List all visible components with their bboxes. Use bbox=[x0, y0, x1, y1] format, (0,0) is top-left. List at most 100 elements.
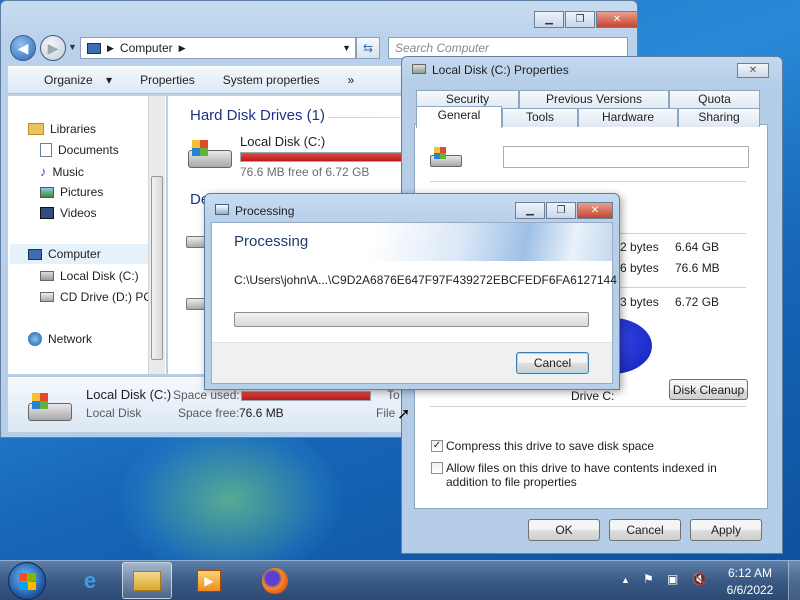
address-dropdown-icon[interactable]: ▼ bbox=[342, 43, 351, 53]
internet-explorer-icon: e bbox=[83, 567, 97, 593]
breadcrumb-computer[interactable]: Computer bbox=[120, 41, 173, 55]
separator bbox=[430, 406, 746, 407]
action-center-flag-icon[interactable]: ⚑ bbox=[643, 572, 654, 586]
index-checkbox[interactable] bbox=[431, 462, 443, 474]
recent-pages-icon[interactable]: ▼ bbox=[68, 42, 77, 52]
apply-button[interactable]: Apply bbox=[690, 519, 762, 541]
videos-icon bbox=[40, 207, 54, 219]
tab-general[interactable]: General bbox=[416, 106, 502, 128]
refresh-button[interactable]: ⇆ bbox=[356, 37, 380, 59]
clock-date[interactable]: 6/6/2022 bbox=[720, 583, 780, 597]
clock-time[interactable]: 6:12 AM bbox=[720, 566, 780, 580]
processing-title: Processing bbox=[235, 204, 295, 218]
tab-quota[interactable]: Quota bbox=[669, 90, 760, 109]
start-button[interactable] bbox=[8, 562, 46, 600]
details-usage-bar bbox=[241, 391, 371, 401]
processing-header: Processing bbox=[212, 223, 612, 261]
refresh-icon: ⇆ bbox=[362, 41, 374, 55]
minimize-button[interactable]: ▁ bbox=[515, 202, 545, 219]
volume-muted-icon[interactable]: 🔇 bbox=[692, 572, 707, 586]
hard-disk-group-header[interactable]: Hard Disk Drives (1) bbox=[190, 107, 325, 124]
cd-drive-icon bbox=[186, 236, 206, 248]
properties-close-button[interactable]: ✕ bbox=[737, 63, 769, 78]
computer-icon bbox=[87, 42, 101, 54]
nav-computer[interactable]: Computer bbox=[10, 244, 148, 264]
dialog-disk-icon bbox=[412, 64, 426, 74]
close-button[interactable]: ✕ bbox=[596, 11, 638, 28]
taskbar-internet-explorer[interactable]: e bbox=[65, 562, 115, 599]
tab-tools[interactable]: Tools bbox=[502, 108, 578, 127]
processing-path: C:\Users\john\A...\C9D2A6876E647F97F4392… bbox=[234, 273, 617, 287]
disk-name[interactable]: Local Disk (C:) bbox=[240, 134, 325, 149]
nav-libraries[interactable]: Libraries bbox=[28, 122, 96, 136]
details-space-used-label: Space used: bbox=[173, 388, 240, 402]
system-properties-button[interactable]: System properties bbox=[223, 73, 320, 87]
properties-button[interactable]: Properties bbox=[140, 73, 195, 87]
back-button[interactable]: ◀ bbox=[10, 35, 36, 61]
music-icon: ♪ bbox=[40, 164, 47, 179]
pictures-icon bbox=[40, 186, 54, 198]
details-space-free-label: Space free: bbox=[178, 406, 240, 420]
volume-label-input[interactable] bbox=[503, 146, 749, 168]
properties-title: Local Disk (C:) Properties bbox=[432, 63, 569, 77]
minimize-button[interactable]: ▁ bbox=[534, 11, 564, 28]
nav-scrollbar[interactable] bbox=[148, 96, 165, 374]
hard-disk-icon bbox=[186, 136, 234, 176]
details-file-system-label: File bbox=[376, 406, 396, 420]
nav-pictures[interactable]: Pictures bbox=[40, 185, 103, 199]
breadcrumb-arrow-icon[interactable]: ▶ bbox=[179, 43, 186, 54]
organize-button[interactable]: Organize ▾ bbox=[26, 73, 112, 87]
nav-documents[interactable]: Documents bbox=[40, 143, 119, 157]
nav-cd-drive[interactable]: CD Drive (D:) PCI bbox=[40, 290, 155, 304]
maximize-button[interactable]: ❐ bbox=[565, 11, 595, 28]
network-icon bbox=[28, 332, 42, 346]
tab-sharing[interactable]: Sharing bbox=[678, 108, 760, 127]
nav-network[interactable]: Network bbox=[28, 332, 92, 346]
breadcrumb-arrow-icon[interactable]: ▶ bbox=[107, 43, 114, 54]
used-size: 6.64 GB bbox=[675, 240, 720, 254]
more-commands-button[interactable]: » bbox=[347, 73, 354, 87]
show-desktop-button[interactable] bbox=[788, 561, 800, 600]
general-disk-icon bbox=[430, 146, 462, 170]
cd-drive-icon bbox=[40, 292, 54, 302]
wallpaper-glow bbox=[120, 420, 340, 580]
tab-hardware[interactable]: Hardware bbox=[578, 108, 678, 127]
compress-checkbox[interactable]: ✓ bbox=[431, 440, 443, 452]
nav-scrollbar-thumb[interactable] bbox=[151, 176, 163, 360]
taskbar-firefox[interactable] bbox=[250, 562, 300, 599]
disk-cleanup-button[interactable]: Disk Cleanup bbox=[669, 379, 748, 400]
nav-music[interactable]: ♪ Music bbox=[40, 164, 84, 179]
media-player-icon: ▶ bbox=[197, 569, 221, 592]
taskbar-explorer[interactable] bbox=[122, 562, 172, 599]
tab-previous-versions[interactable]: Previous Versions bbox=[519, 90, 669, 109]
free-size: 76.6 MB bbox=[675, 261, 720, 275]
disk-usage-bar bbox=[240, 152, 402, 162]
folder-icon bbox=[133, 570, 161, 591]
separator bbox=[430, 181, 746, 182]
index-label: Allow files on this drive to have conten… bbox=[446, 461, 717, 489]
ok-button[interactable]: OK bbox=[528, 519, 600, 541]
close-button[interactable]: ✕ bbox=[577, 202, 613, 219]
processing-cancel-button[interactable]: Cancel bbox=[516, 352, 589, 374]
details-type: Local Disk bbox=[86, 406, 142, 420]
details-disk-icon bbox=[26, 391, 74, 425]
nav-videos[interactable]: Videos bbox=[40, 206, 96, 220]
address-bar[interactable]: ▶ Computer ▶ ▼ bbox=[80, 37, 356, 59]
hard-disk-icon bbox=[40, 271, 54, 281]
libraries-icon bbox=[28, 123, 44, 135]
computer-icon bbox=[28, 248, 42, 260]
taskbar-media-player[interactable]: ▶ bbox=[184, 562, 234, 599]
maximize-button[interactable]: ❐ bbox=[546, 202, 576, 219]
show-hidden-icons-button[interactable]: ▲ bbox=[621, 575, 630, 585]
documents-icon bbox=[40, 143, 52, 157]
removable-drive-icon bbox=[186, 298, 206, 310]
forward-button[interactable]: ▶ bbox=[40, 35, 66, 61]
properties-cancel-button[interactable]: Cancel bbox=[609, 519, 681, 541]
compress-label: Compress this drive to save disk space bbox=[446, 439, 655, 453]
taskbar bbox=[0, 560, 800, 600]
nav-local-disk[interactable]: Local Disk (C:) bbox=[40, 269, 139, 283]
processing-progress-bar bbox=[234, 312, 589, 327]
firefox-icon bbox=[262, 567, 288, 594]
free-bytes: 6 bytes bbox=[620, 261, 659, 275]
network-tray-icon[interactable]: ▣ bbox=[667, 572, 678, 586]
